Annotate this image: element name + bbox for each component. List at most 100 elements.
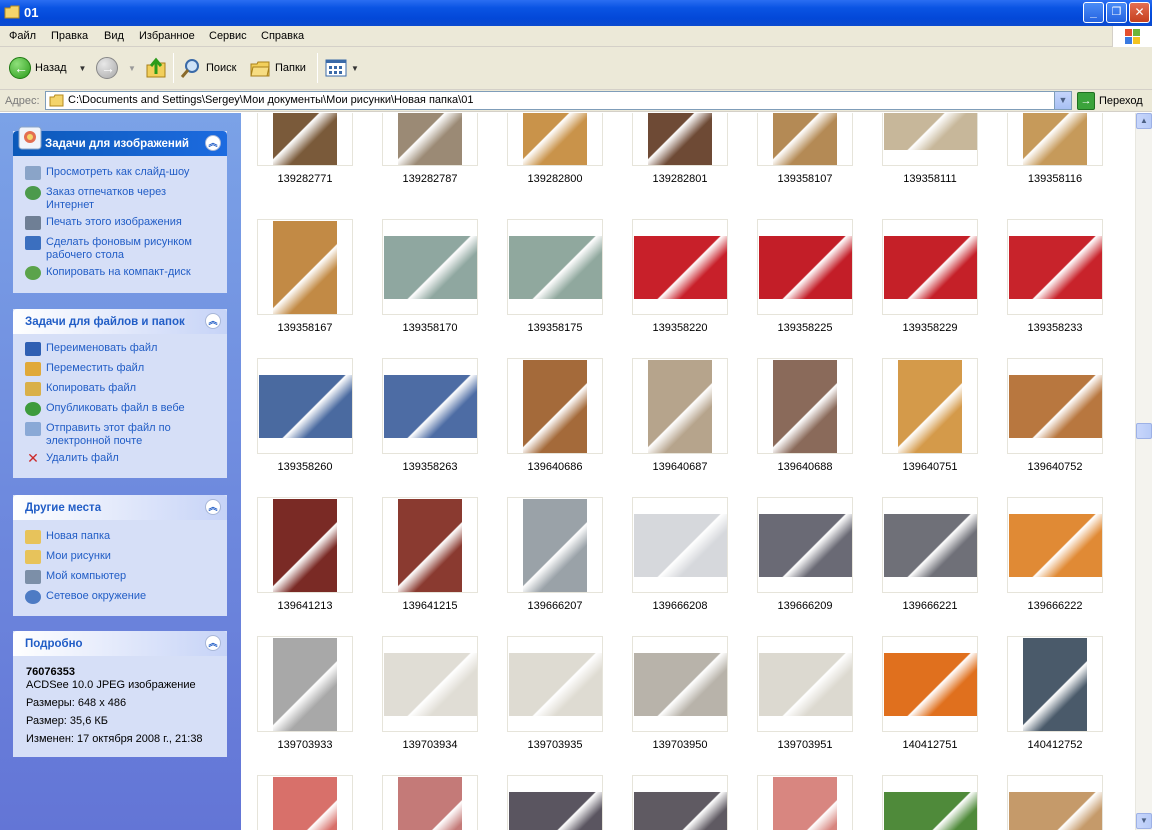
minimize-button[interactable]: _: [1083, 2, 1104, 23]
thumbnail-item[interactable]: [507, 636, 603, 732]
thumbnail-item[interactable]: [257, 775, 353, 830]
thumbnail-item[interactable]: [507, 775, 603, 830]
task-move[interactable]: Переместить файл: [25, 362, 216, 376]
thumbnail-item[interactable]: [882, 113, 978, 166]
thumbnail-caption[interactable]: 139358170: [370, 322, 490, 334]
scroll-up-button[interactable]: ▲: [1136, 113, 1152, 129]
other-places-header[interactable]: Другие места ︽: [13, 495, 227, 520]
thumbnail-item[interactable]: [257, 636, 353, 732]
thumbnail-caption[interactable]: 139666207: [495, 600, 615, 612]
thumbnail-item[interactable]: [757, 113, 853, 166]
thumbnail-item[interactable]: [632, 636, 728, 732]
thumbnail-item[interactable]: [757, 497, 853, 593]
task-set-background[interactable]: Сделать фоновым рисунком рабочего стола: [25, 236, 216, 262]
thumbnail-item[interactable]: [1007, 636, 1103, 732]
thumbnail-item[interactable]: [632, 219, 728, 315]
folders-button[interactable]: Папки: [249, 55, 306, 81]
go-arrow-icon[interactable]: →: [1077, 92, 1095, 110]
thumbnail-item[interactable]: [507, 358, 603, 454]
collapse-chevron-icon[interactable]: ︽: [205, 635, 221, 651]
thumbnail-item[interactable]: [757, 358, 853, 454]
thumbnail-caption[interactable]: 139358111: [870, 173, 990, 185]
thumbnail-caption[interactable]: 139358263: [370, 461, 490, 473]
thumbnail-item[interactable]: [382, 219, 478, 315]
thumbnail-caption[interactable]: 139358225: [745, 322, 865, 334]
thumbnail-caption[interactable]: 140412752: [995, 739, 1115, 751]
thumbnail-item[interactable]: [382, 775, 478, 830]
task-email[interactable]: Отправить этот файл по электронной почте: [25, 422, 216, 448]
scroll-down-button[interactable]: ▼: [1136, 813, 1152, 829]
collapse-chevron-icon[interactable]: ︽: [205, 135, 221, 151]
views-button[interactable]: ▼: [325, 55, 359, 81]
thumbnail-item[interactable]: [1007, 497, 1103, 593]
thumbnail-item[interactable]: [632, 113, 728, 166]
task-delete[interactable]: ✕ Удалить файл: [25, 451, 216, 466]
thumbnail-item[interactable]: [257, 497, 353, 593]
thumbnail-item[interactable]: [757, 775, 853, 830]
vertical-scrollbar[interactable]: ▲ ▼: [1135, 113, 1152, 830]
thumbnail-caption[interactable]: 139703935: [495, 739, 615, 751]
thumbnail-caption[interactable]: 139666209: [745, 600, 865, 612]
task-copy-cd[interactable]: Копировать на компакт-диск: [25, 266, 216, 280]
collapse-chevron-icon[interactable]: ︽: [205, 313, 221, 329]
thumbnail-item[interactable]: [257, 219, 353, 315]
image-tasks-header[interactable]: Задачи для изображений ︽: [13, 126, 227, 156]
thumbnail-item[interactable]: [382, 497, 478, 593]
search-button[interactable]: Поиск: [180, 55, 236, 81]
task-order-prints[interactable]: Заказ отпечатков через Интернет: [25, 186, 216, 212]
forward-dropdown-icon[interactable]: ▼: [128, 64, 136, 73]
task-slideshow[interactable]: Просмотреть как слайд-шоу: [25, 166, 216, 180]
thumbnail-caption[interactable]: 139358220: [620, 322, 740, 334]
thumbnail-caption[interactable]: 139666221: [870, 600, 990, 612]
back-button[interactable]: ← Назад ▼: [9, 55, 86, 81]
file-tasks-header[interactable]: Задачи для файлов и папок ︽: [13, 309, 227, 334]
thumbnail-caption[interactable]: 139358175: [495, 322, 615, 334]
thumbnail-item[interactable]: [507, 113, 603, 166]
thumbnail-item[interactable]: [632, 775, 728, 830]
go-button[interactable]: Переход: [1099, 95, 1143, 107]
scroll-thumb[interactable]: [1136, 423, 1152, 439]
thumbnail-item[interactable]: [382, 113, 478, 166]
task-copy[interactable]: Копировать файл: [25, 382, 216, 396]
close-button[interactable]: ✕: [1129, 2, 1150, 23]
thumbnail-item[interactable]: [382, 636, 478, 732]
place-new-folder[interactable]: Новая папка: [25, 530, 216, 544]
thumbnail-item[interactable]: [1007, 219, 1103, 315]
place-my-pictures[interactable]: Мои рисунки: [25, 550, 216, 564]
thumbnail-caption[interactable]: 139640688: [745, 461, 865, 473]
thumbnail-item[interactable]: [507, 219, 603, 315]
thumbnail-item[interactable]: [257, 113, 353, 166]
menu-help[interactable]: Справка: [261, 30, 304, 42]
thumbnail-caption[interactable]: 139358260: [245, 461, 365, 473]
thumbnail-item[interactable]: [882, 219, 978, 315]
task-rename[interactable]: Переименовать файл: [25, 342, 216, 356]
menu-file[interactable]: Файл: [9, 30, 36, 42]
thumbnail-item[interactable]: [1007, 113, 1103, 166]
thumbnail-item[interactable]: [882, 775, 978, 830]
menu-view[interactable]: Вид: [104, 30, 124, 42]
thumbnail-caption[interactable]: 139282787: [370, 173, 490, 185]
thumbnail-caption[interactable]: 139666222: [995, 600, 1115, 612]
menu-edit[interactable]: Правка: [51, 30, 88, 42]
thumbnail-caption[interactable]: 139282771: [245, 173, 365, 185]
collapse-chevron-icon[interactable]: ︽: [205, 499, 221, 515]
thumbnail-item[interactable]: [257, 358, 353, 454]
thumbnail-item[interactable]: [1007, 775, 1103, 830]
menu-favorites[interactable]: Избранное: [139, 30, 195, 42]
thumbnail-caption[interactable]: 139282801: [620, 173, 740, 185]
thumbnail-caption[interactable]: 139641213: [245, 600, 365, 612]
place-my-computer[interactable]: Мой компьютер: [25, 570, 216, 584]
thumbnail-item[interactable]: [507, 497, 603, 593]
thumbnail-view[interactable]: 139282771 139282787 139282800 139282801 1393…: [241, 113, 1135, 830]
thumbnail-caption[interactable]: 139358107: [745, 173, 865, 185]
thumbnail-item[interactable]: [382, 358, 478, 454]
thumbnail-caption[interactable]: 139358233: [995, 322, 1115, 334]
thumbnail-caption[interactable]: 139282800: [495, 173, 615, 185]
thumbnail-item[interactable]: [882, 497, 978, 593]
maximize-button[interactable]: ❐: [1106, 2, 1127, 23]
task-publish[interactable]: Опубликовать файл в вебе: [25, 402, 216, 416]
address-input[interactable]: C:\Documents and Settings\Sergey\Мои док…: [45, 91, 1072, 110]
thumbnail-caption[interactable]: 139640752: [995, 461, 1115, 473]
thumbnail-item[interactable]: [882, 358, 978, 454]
thumbnail-item[interactable]: [757, 636, 853, 732]
